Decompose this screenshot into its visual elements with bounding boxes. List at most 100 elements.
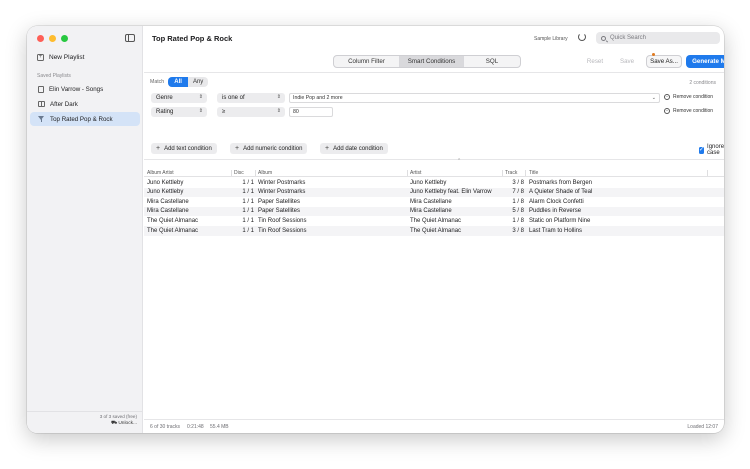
table-row[interactable]: Juno Kettleby 1 / 1 Winter Postmarks Juno K… (144, 178, 724, 188)
cell-title: Last Tram to Hollins (529, 227, 583, 234)
search-input[interactable]: Quick Search (596, 32, 720, 44)
unsaved-indicator (652, 53, 655, 56)
unlock-button[interactable]: ⛟ Unlock... (27, 421, 137, 427)
library-label[interactable]: Sample Library (534, 36, 568, 42)
column-separator[interactable] (707, 170, 708, 176)
column-separator[interactable] (255, 170, 256, 176)
operator-value: ≥ (222, 109, 226, 115)
close-window-button[interactable] (37, 35, 44, 42)
unlock-label: Unlock... (118, 421, 137, 426)
app-window: + New Playlist Saved Playlists Elin Varr… (27, 26, 724, 433)
column-header-track[interactable]: Track (505, 170, 517, 176)
tab-sql[interactable]: SQL (464, 56, 520, 67)
plus-icon: + (325, 145, 330, 152)
new-playlist-button[interactable]: + New Playlist (37, 54, 84, 61)
chevron-updown-icon: ⇕ (276, 94, 281, 100)
cell-title: Alarm Clock Confetti (529, 198, 584, 205)
save-button[interactable]: Save (612, 55, 642, 68)
add-numeric-label: Add numeric condition (243, 145, 303, 152)
plus-icon: + (235, 145, 240, 152)
total-duration: 0:21:48 (187, 424, 204, 430)
save-as-button[interactable]: Save As... (646, 55, 682, 68)
match-any-option[interactable]: Any (188, 77, 208, 87)
cell-artist: The Quiet Almanac (410, 217, 462, 224)
collapse-caret-icon[interactable]: ⌃ (457, 158, 461, 164)
remove-condition-label: Remove condition (673, 108, 714, 114)
match-control: Match All Any (150, 77, 209, 87)
cell-album: Paper Satellites (258, 208, 301, 215)
table-row[interactable]: Mira Castellane 1 / 1 Paper Satellites Mira… (144, 206, 724, 217)
column-header-title[interactable]: Title (529, 170, 538, 176)
cell-album-artist: The Quiet Almanac (147, 227, 199, 234)
cell-track: 5 / 8 (512, 208, 524, 215)
sidebar-item-elin-varrow-songs[interactable]: Elin Varrow - Songs (30, 82, 140, 96)
remove-condition-button[interactable]: − Remove condition (664, 108, 713, 114)
cell-disc: 1 / 1 (242, 217, 254, 224)
operator-value: is one of (222, 95, 245, 101)
operator-select[interactable]: is one of ⇕ (217, 93, 285, 103)
plus-icon: + (37, 54, 44, 61)
value-text: 80 (293, 109, 299, 115)
cell-disc: 1 / 1 (242, 189, 254, 196)
operator-select[interactable]: ≥ ⇕ (217, 107, 285, 117)
table-row[interactable]: Juno Kettleby 1 / 1 Winter Postmarks Juno K… (144, 187, 724, 198)
cart-icon: ⛟ (110, 421, 117, 426)
match-all-option[interactable]: All (168, 77, 189, 87)
cell-track: 3 / 8 (512, 227, 524, 234)
add-date-condition-button[interactable]: + Add date condition (320, 143, 388, 154)
table-row[interactable]: The Quiet Almanac 1 / 1 Tin Roof Sessions T… (144, 216, 724, 226)
cell-album-artist: Juno Kettleby (147, 189, 184, 196)
search-icon (601, 35, 606, 41)
add-text-condition-button[interactable]: + Add text condition (151, 143, 217, 154)
minimize-window-button[interactable] (49, 35, 56, 42)
cell-album: Paper Satellites (258, 198, 301, 205)
sidebar-item-top-rated-pop-rock[interactable]: Top Rated Pop & Rock (30, 112, 140, 126)
cell-artist: The Quiet Almanac (410, 227, 462, 234)
column-header-disc[interactable]: Disc (234, 170, 244, 176)
new-playlist-label: New Playlist (49, 54, 85, 61)
generate-m3u-button[interactable]: Generate M3U... (686, 55, 724, 68)
sidebar-toggle-icon[interactable] (125, 34, 135, 42)
cell-artist: Juno Kettleby (410, 179, 447, 186)
cell-disc: 1 / 1 (242, 227, 254, 234)
sidebar-item-label: Elin Varrow - Songs (49, 85, 104, 93)
cell-artist: Juno Kettleby feat. Elin Varrow (410, 189, 492, 196)
plus-icon: + (156, 145, 161, 152)
column-separator[interactable] (231, 170, 232, 176)
chevron-updown-icon: ⇕ (276, 108, 281, 114)
field-select[interactable]: Rating ⇕ (151, 107, 207, 117)
cell-album-artist: Mira Castellane (147, 198, 189, 205)
value-input[interactable]: 80 (289, 107, 333, 117)
table-row[interactable]: Mira Castellane 1 / 1 Paper Satellites Mira… (144, 197, 724, 207)
reset-button[interactable]: Reset (580, 55, 610, 68)
tab-smart-conditions[interactable]: Smart Conditions (400, 56, 464, 67)
divider (144, 159, 724, 160)
table-row[interactable]: The Quiet Almanac 1 / 1 Tin Roof Sessions T… (144, 226, 724, 236)
field-select[interactable]: Genre ⇕ (151, 93, 207, 103)
minus-circle-icon: − (664, 108, 670, 114)
refresh-icon[interactable] (578, 33, 586, 41)
ignore-case-checkbox[interactable]: ✓ Ignore case (699, 144, 724, 156)
remove-condition-button[interactable]: − Remove condition (664, 94, 713, 100)
cell-artist: Mira Castellane (410, 208, 452, 215)
sidebar-item-after-dark[interactable]: After Dark (30, 97, 140, 111)
track-count: 6 of 30 tracks (150, 424, 181, 430)
column-separator[interactable] (525, 170, 526, 176)
cell-title: A Quieter Shade of Teal (529, 189, 593, 196)
value-dropdown[interactable]: Indie Pop and 2 more ⌄ (289, 93, 660, 103)
tab-column-filter[interactable]: Column Filter (334, 56, 400, 67)
column-header-album-artist[interactable]: Album Artist (147, 170, 174, 176)
column-header-album[interactable]: Album (258, 170, 272, 176)
zoom-window-button[interactable] (61, 35, 68, 42)
saved-count: 3 of 3 saved (free) (99, 414, 137, 419)
column-separator[interactable] (407, 170, 408, 176)
column-separator[interactable] (502, 170, 503, 176)
cell-album: Tin Roof Sessions (258, 217, 307, 224)
total-size: 55.4 MB (210, 424, 229, 430)
add-numeric-condition-button[interactable]: + Add numeric condition (230, 143, 308, 154)
column-header-artist[interactable]: Artist (410, 170, 421, 176)
match-label: Match (150, 79, 165, 85)
match-toggle: All Any (168, 77, 209, 87)
sidebar-item-label: Top Rated Pop & Rock (50, 115, 113, 123)
chevron-updown-icon: ⇕ (198, 108, 203, 114)
